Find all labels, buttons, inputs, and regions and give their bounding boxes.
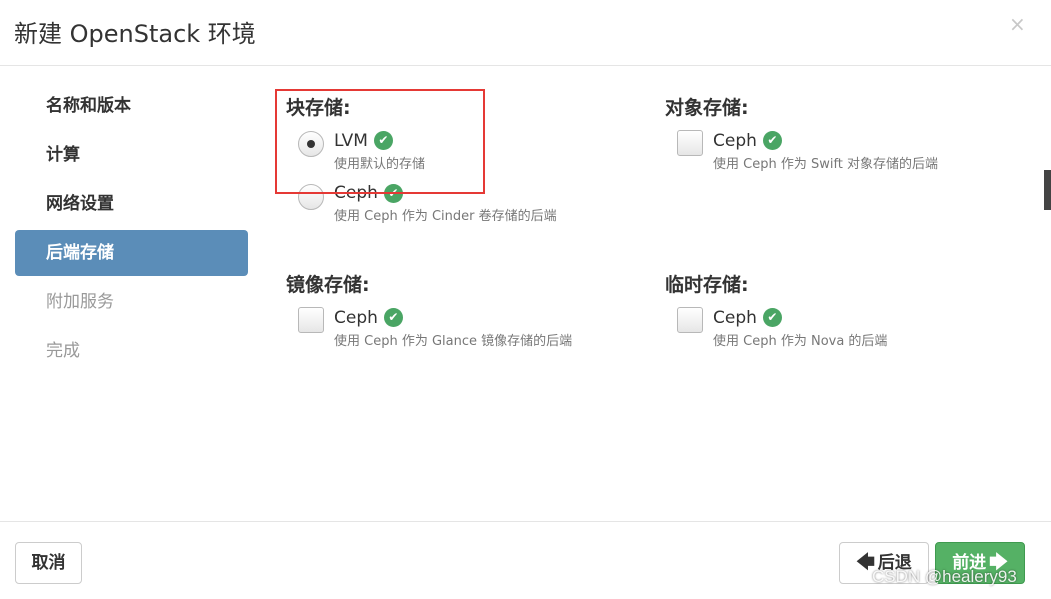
dialog-footer: 取消 🡄 后退 前进 🡆 xyxy=(0,521,1051,599)
check-circle-icon: ✔ xyxy=(383,308,403,327)
section-title: 临时存储: xyxy=(665,274,749,296)
wizard-sidebar: 名称和版本 计算 网络设置 后端存储 附加服务 完成 xyxy=(15,83,248,377)
sidebar-item-additional-services: 附加服务 xyxy=(46,292,114,312)
section-title: 对象存储: xyxy=(665,97,749,119)
cancel-button[interactable]: 取消 xyxy=(15,542,82,584)
object-storage-section: 对象存储: Ceph ✔ 使用 Ceph 作为 Swift 对象存储的后端 xyxy=(665,93,1025,172)
check-circle-icon: ✔ xyxy=(762,131,782,150)
option-description: 使用 Ceph 作为 Swift 对象存储的后端 xyxy=(713,156,939,172)
image-option-ceph[interactable]: Ceph ✔ 使用 Ceph 作为 Glance 镜像存储的后端 xyxy=(286,307,646,349)
object-option-ceph[interactable]: Ceph ✔ 使用 Ceph 作为 Swift 对象存储的后端 xyxy=(665,130,1025,172)
sidebar-item-finish: 完成 xyxy=(46,341,80,361)
window-edge xyxy=(1044,170,1051,210)
highlight-annotation-box xyxy=(275,89,485,194)
ephemeral-storage-section: 临时存储: Ceph ✔ 使用 Ceph 作为 Nova 的后端 xyxy=(665,270,1025,349)
check-circle-icon: ✔ xyxy=(762,308,782,327)
close-icon[interactable]: × xyxy=(1009,12,1026,36)
image-ceph-checkbox[interactable] xyxy=(298,307,324,333)
dialog-header: 新建 OpenStack 环境 × xyxy=(0,0,1051,66)
object-ceph-checkbox[interactable] xyxy=(677,130,703,156)
option-label: Ceph xyxy=(713,307,757,328)
dialog-title: 新建 OpenStack 环境 xyxy=(14,20,256,48)
sidebar-item-storage-backend[interactable]: 后端存储 xyxy=(15,230,248,276)
sidebar-item-compute[interactable]: 计算 xyxy=(15,132,248,178)
section-title: 镜像存储: xyxy=(286,274,370,296)
ephemeral-option-ceph[interactable]: Ceph ✔ 使用 Ceph 作为 Nova 的后端 xyxy=(665,307,1025,349)
option-description: 使用 Ceph 作为 Nova 的后端 xyxy=(713,333,888,349)
watermark: CSDN @healery93 xyxy=(872,567,1017,586)
sidebar-item-name-version[interactable]: 名称和版本 xyxy=(15,83,248,129)
option-description: 使用 Ceph 作为 Glance 镜像存储的后端 xyxy=(334,333,573,349)
option-label: Ceph xyxy=(334,307,378,328)
option-label: Ceph xyxy=(713,130,757,151)
option-description: 使用 Ceph 作为 Cinder 卷存储的后端 xyxy=(334,209,557,224)
image-storage-section: 镜像存储: Ceph ✔ 使用 Ceph 作为 Glance 镜像存储的后端 xyxy=(286,270,646,349)
sidebar-item-network[interactable]: 网络设置 xyxy=(15,181,248,227)
ephemeral-ceph-checkbox[interactable] xyxy=(677,307,703,333)
